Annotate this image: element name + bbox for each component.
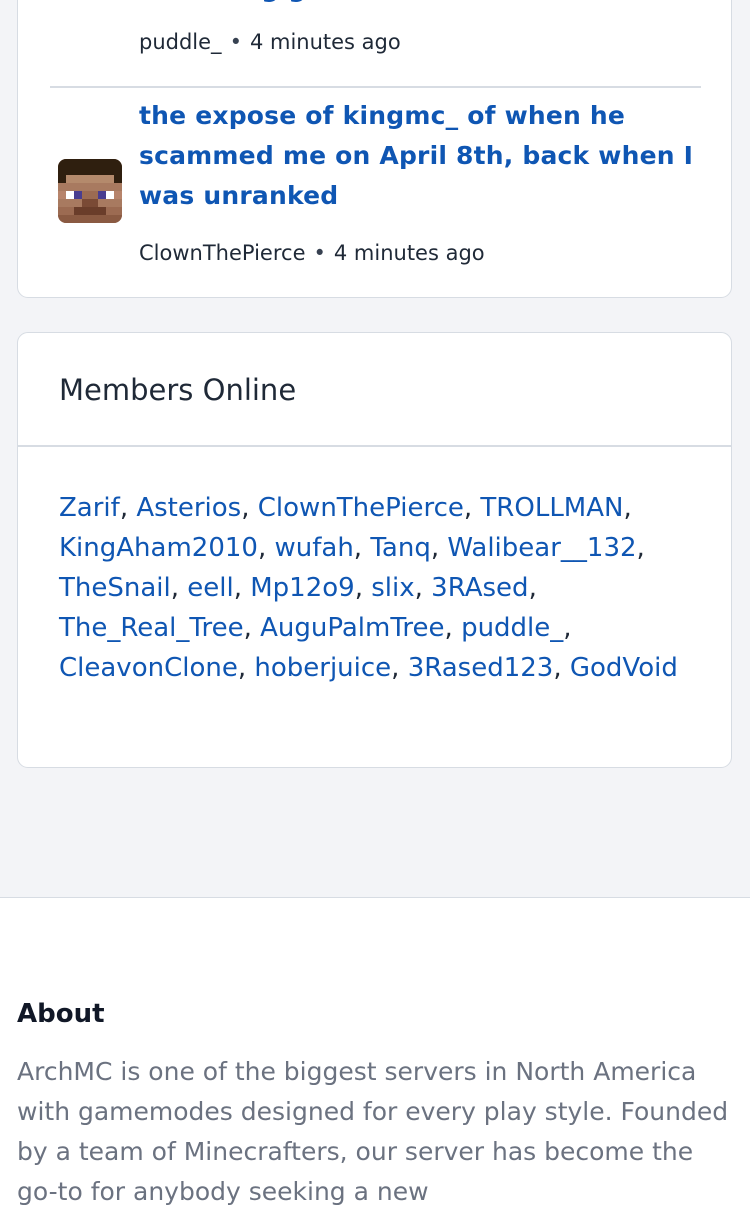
member-link[interactable]: TheSnail	[59, 573, 171, 603]
member-link[interactable]: Mp12o9	[250, 573, 354, 603]
member-separator: ,	[354, 573, 372, 603]
thread-divider	[50, 86, 701, 88]
card-header-divider	[18, 445, 731, 447]
member-separator: ,	[563, 613, 572, 643]
member-link[interactable]: The_Real_Tree	[59, 613, 244, 643]
thread-meta: puddle_ • 4 minutes ago	[139, 28, 401, 56]
member-separator: ,	[430, 533, 448, 563]
member-link[interactable]: ClownThePierce	[258, 493, 464, 523]
latest-threads-card: rendering glitch? puddle_•4 minutes ago …	[17, 0, 732, 298]
member-link[interactable]: slix	[371, 573, 414, 603]
member-separator: ,	[463, 493, 481, 523]
about-title: About	[17, 999, 105, 1029]
thread-author-link[interactable]: puddle_	[139, 30, 222, 54]
member-link[interactable]: puddle_	[461, 613, 563, 643]
member-link[interactable]: Asterios	[136, 493, 241, 523]
member-separator: ,	[391, 653, 408, 683]
members-online-card: Members Online Zarif, Asterios, ClownThe…	[17, 332, 732, 768]
thread-time: 4 minutes ago	[333, 241, 485, 265]
member-separator: ,	[636, 533, 645, 563]
member-separator: ,	[233, 573, 251, 603]
member-separator: ,	[414, 573, 432, 603]
member-link[interactable]: GodVoid	[570, 653, 678, 683]
member-link[interactable]: 3RAsed	[431, 573, 528, 603]
meta-separator: •	[313, 241, 326, 265]
member-link[interactable]: AuguPalmTree	[260, 613, 444, 643]
thread-time: 4 minutes ago	[249, 30, 401, 54]
member-separator: ,	[237, 653, 255, 683]
member-separator: ,	[623, 493, 632, 523]
member-separator: ,	[241, 493, 258, 523]
member-link[interactable]: 3Rased123	[408, 653, 554, 683]
thread-author-link[interactable]: ClownThePierce	[139, 241, 305, 265]
member-link[interactable]: CleavonClone	[59, 653, 238, 683]
member-separator: ,	[353, 533, 371, 563]
minecraft-steve-avatar-icon[interactable]	[58, 159, 122, 223]
footer: About ArchMC is one of the biggest serve…	[0, 898, 750, 1212]
member-link[interactable]: Walibear__132	[447, 533, 636, 563]
member-separator: ,	[170, 573, 188, 603]
member-link[interactable]: TROLLMAN	[480, 493, 623, 523]
member-link[interactable]: hoberjuice	[254, 653, 391, 683]
member-link[interactable]: KingAham2010	[59, 533, 258, 563]
thread-title-link[interactable]: the expose of kingmc_ of when he scammed…	[139, 96, 699, 216]
member-separator: ,	[243, 613, 261, 643]
thread-title-link[interactable]: rendering glitch?	[139, 0, 699, 9]
member-link[interactable]: Zarif	[59, 493, 120, 523]
member-separator: ,	[257, 533, 275, 563]
member-separator: ,	[119, 493, 137, 523]
members-online-title: Members Online	[59, 373, 297, 407]
member-separator: ,	[444, 613, 462, 643]
meta-separator: •	[229, 30, 242, 54]
member-separator: ,	[528, 573, 537, 603]
member-link[interactable]: wufah	[274, 533, 353, 563]
member-separator: ,	[553, 653, 570, 683]
about-text: ArchMC is one of the biggest servers in …	[17, 1057, 729, 1206]
member-link[interactable]: eell	[187, 573, 233, 603]
thread-meta: ClownThePierce • 4 minutes ago	[139, 239, 485, 267]
members-list: Zarif, Asterios, ClownThePierce, TROLLMA…	[59, 488, 699, 688]
member-link[interactable]: Tanq	[370, 533, 431, 563]
